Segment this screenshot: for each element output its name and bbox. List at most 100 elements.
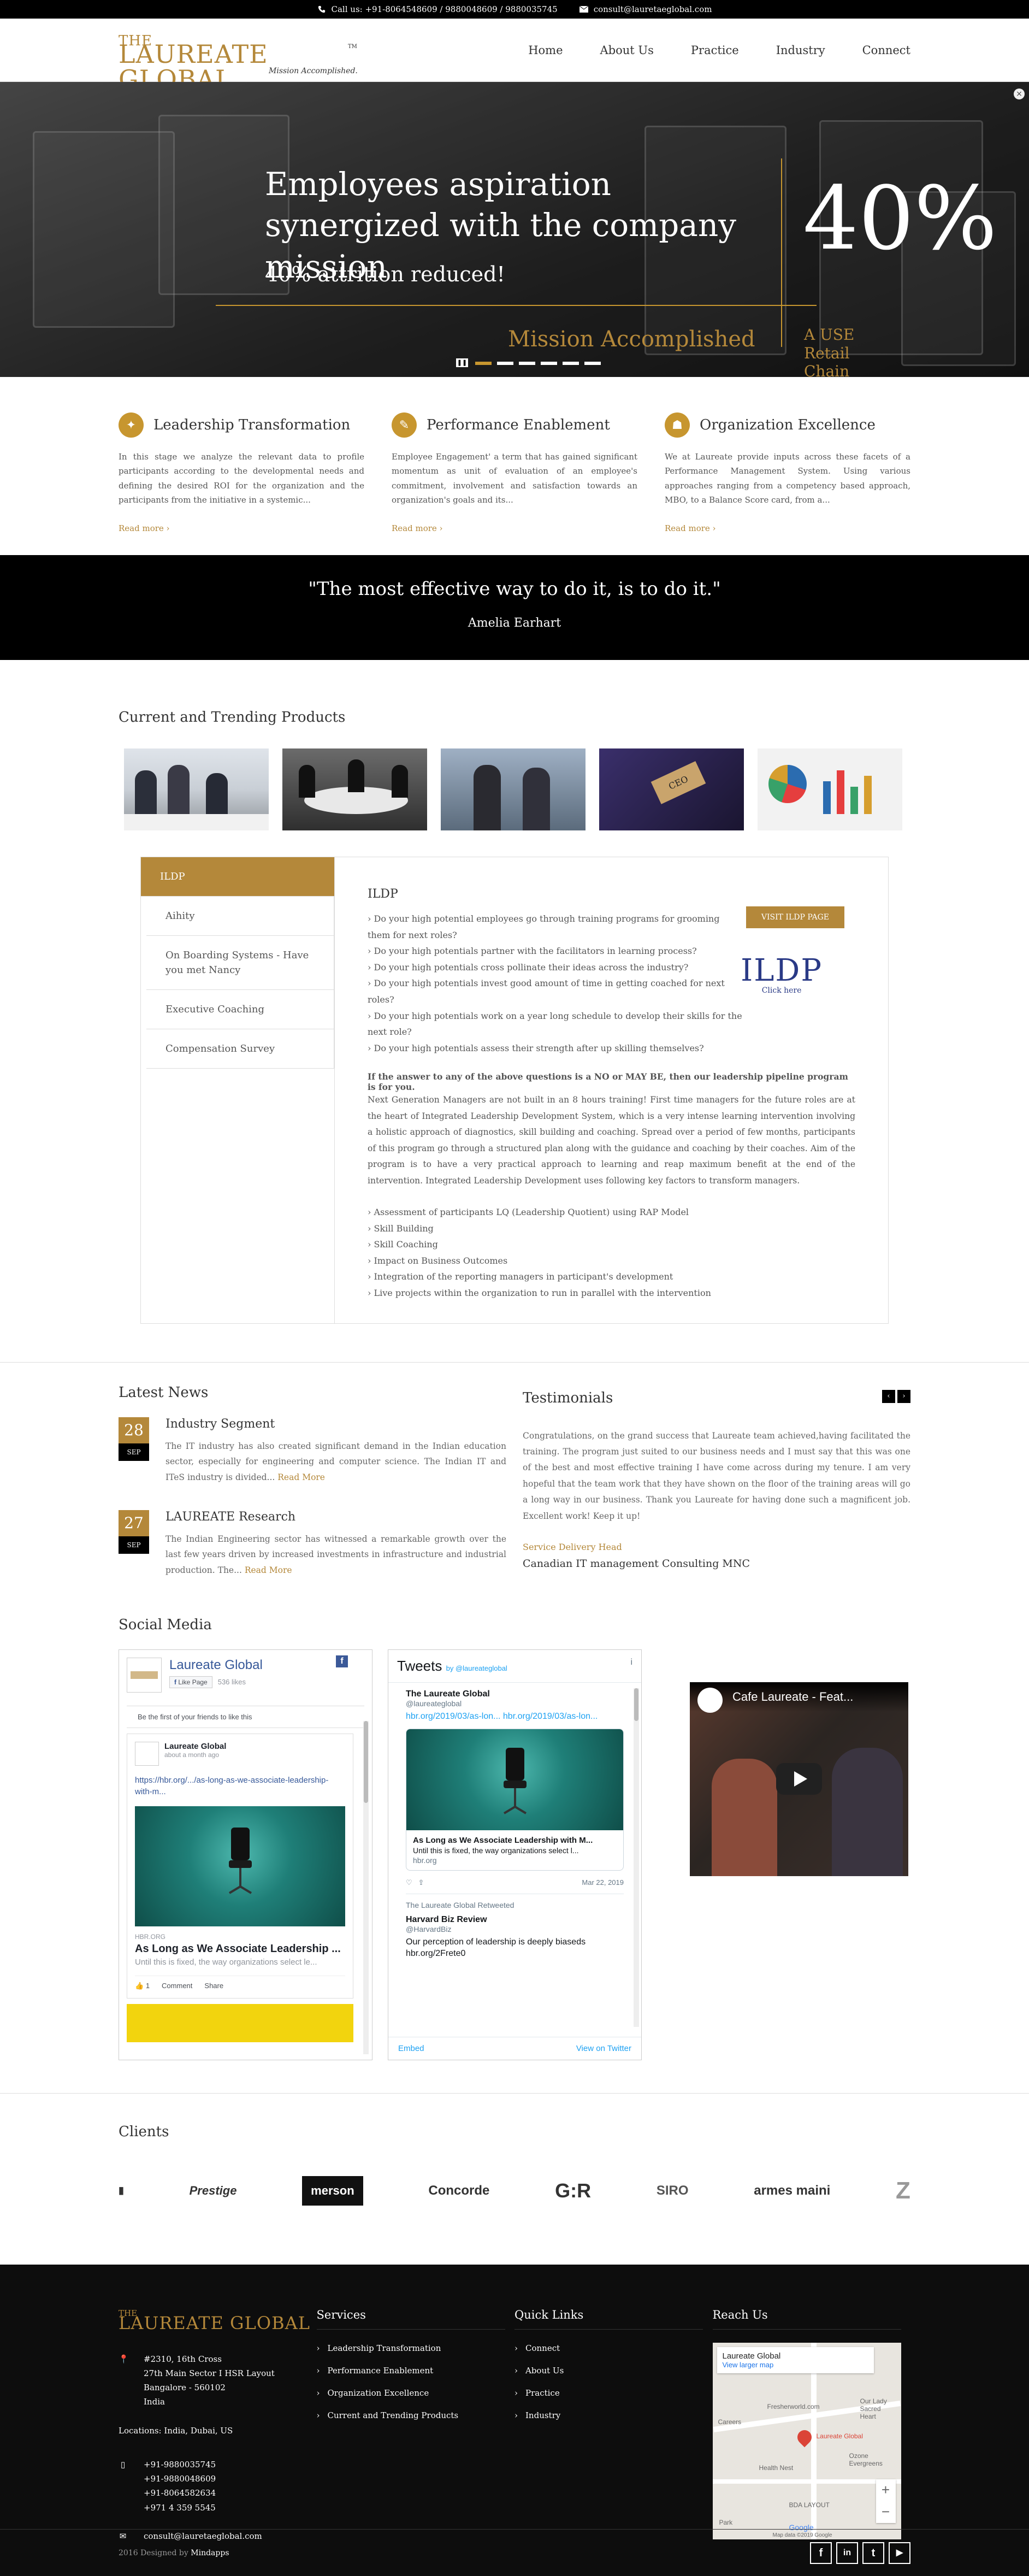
logo-tm: TM (348, 44, 357, 50)
slider-dot[interactable] (475, 362, 492, 365)
youtube-icon[interactable]: ▶ (889, 2542, 910, 2564)
visit-ildp-button[interactable]: VISIT ILDP PAGE (746, 906, 844, 928)
linkedin-icon[interactable]: in (836, 2542, 858, 2564)
tweet-handle: @HarvardBiz (406, 1925, 452, 1934)
fb-post: f Laureate Global about a month ago http… (127, 1655, 353, 1999)
fb-post-link[interactable]: https://hbr.org/.../as-long-as-we-associ… (135, 1775, 345, 1797)
hero-close-icon[interactable]: × (1014, 89, 1025, 99)
fb-comment-button[interactable]: Comment (162, 1982, 192, 1990)
product-thumbnail[interactable] (441, 748, 586, 830)
tweet-actions[interactable]: ♡ ⇪ (406, 1878, 424, 1887)
fb-share-button[interactable]: Share (204, 1982, 223, 1990)
designer-link[interactable]: Mindapps (191, 2549, 229, 2557)
twitter-embed-link[interactable]: Embed (398, 2044, 424, 2053)
twitter-icon[interactable]: t (862, 2542, 884, 2564)
news-item-title[interactable]: Industry Segment (165, 1417, 506, 1431)
slider-dot[interactable] (541, 362, 557, 365)
site-logo[interactable]: THE LAUREATE GLOBAL TM Mission Accomplis… (119, 28, 364, 92)
fb-like-button[interactable]: 👍 1 (135, 1982, 150, 1990)
product-thumbnail[interactable] (282, 748, 427, 830)
tweet-user[interactable]: The Laureate Global (406, 1689, 624, 1699)
product-thumbnail[interactable] (758, 748, 902, 830)
view-on-twitter-link[interactable]: View on Twitter (576, 2044, 631, 2053)
fb-post-image[interactable] (135, 1806, 345, 1926)
email-info[interactable]: consult@lauretaeglobal.com (579, 4, 712, 14)
tweet-card-url: hbr.org (413, 1856, 437, 1865)
slider-dot[interactable] (584, 362, 601, 365)
footer-link[interactable]: Performance Enablement (317, 2365, 515, 2377)
tweet-card[interactable]: As Long as We Associate Leadership with … (406, 1729, 624, 1871)
footer-link[interactable]: Leadership Transformation (317, 2343, 515, 2354)
zoom-out-icon[interactable]: − (882, 2503, 890, 2520)
nav-practice[interactable]: Practice (672, 44, 758, 57)
facebook-icon[interactable]: f (336, 1655, 348, 1667)
slider-pause-icon[interactable]: ❚❚ (456, 358, 468, 367)
fb-scrollbar[interactable] (363, 1720, 369, 2054)
nav-industry[interactable]: Industry (758, 44, 844, 57)
tweet-user[interactable]: Harvard Biz Review (406, 1915, 624, 1925)
fb-post-title[interactable]: As Long as We Associate Leadership ... (135, 1943, 345, 1955)
call-text: Call us: +91-8064548609 / 9880048609 / 9… (331, 4, 558, 14)
tab-aihity[interactable]: Aihity (146, 897, 334, 936)
tab-executive-coaching[interactable]: Executive Coaching (146, 990, 334, 1029)
tweet-text[interactable]: hbr.org/2019/03/as-lon... hbr.org/2019/0… (406, 1711, 624, 1723)
twitter-scrollbar[interactable] (634, 1688, 639, 2027)
zoom-in-icon[interactable]: + (882, 2481, 890, 2498)
fb-like-page-button[interactable]: f Like Page (169, 1676, 212, 1688)
info-icon[interactable]: i (630, 1658, 632, 1675)
list-item: › Do your high potential employees go th… (368, 913, 720, 940)
channel-avatar[interactable] (697, 1687, 723, 1713)
prev-arrow-icon[interactable]: ‹ (882, 1389, 895, 1403)
ildp-logo[interactable]: ILDP Click here (741, 953, 823, 995)
slider-dot[interactable] (519, 362, 535, 365)
view-larger-map-link[interactable]: View larger map (723, 2361, 868, 2369)
tab-compensation-survey[interactable]: Compensation Survey (146, 1029, 334, 1069)
read-more-link[interactable]: Read More (245, 1565, 292, 1575)
footer-logo[interactable]: THE LAUREATE GLOBAL (119, 2308, 317, 2341)
footer-link[interactable]: Current and Trending Products (317, 2410, 515, 2421)
slider-dot[interactable] (497, 362, 513, 365)
product-thumbnail[interactable] (124, 748, 269, 830)
footer-link[interactable]: About Us (514, 2365, 713, 2377)
tab-onboarding[interactable]: On Boarding Systems - Have you met Nancy (146, 936, 334, 990)
footer-services: Services Leadership Transformation Perfo… (316, 2308, 515, 2551)
top-contact-bar: Call us: +91-8064548609 / 9880048609 / 9… (0, 0, 1029, 19)
quote-author: Amelia Earhart (468, 616, 561, 630)
location-icon: 📍 (119, 2354, 129, 2364)
footer-quick-links: Quick Links Connect About Us Practice In… (514, 2308, 713, 2551)
google-map[interactable]: Careers Fresherworld.com Health Nest BDA… (712, 2342, 901, 2539)
news-item-title[interactable]: LAUREATE Research (165, 1510, 506, 1524)
video-title[interactable]: Cafe Laureate - Feat... (690, 1682, 908, 1712)
fb-page-avatar[interactable] (127, 1657, 162, 1693)
footer-locations: Locations: India, Dubai, US (119, 2425, 233, 2436)
next-arrow-icon[interactable]: › (897, 1389, 910, 1403)
read-more-link[interactable]: Read more › (392, 523, 637, 533)
footer-link[interactable]: Practice (514, 2388, 713, 2399)
testimonial-arrows: ‹ › (882, 1389, 910, 1403)
footer-link[interactable]: Industry (514, 2410, 713, 2421)
slider-dot[interactable] (563, 362, 579, 365)
read-more-link[interactable]: Read more › (119, 523, 364, 533)
quote-banner: "The most effective way to do it, is to … (0, 555, 1029, 660)
hero-big-number: 40% (803, 167, 997, 269)
read-more-link[interactable]: Read more › (665, 523, 910, 533)
fb-like-count: 536 likes (217, 1678, 246, 1687)
product-thumbnail[interactable]: CEO (599, 748, 744, 830)
read-more-link[interactable]: Read More (277, 1472, 325, 1482)
nav-home[interactable]: Home (510, 44, 581, 57)
tweet-text[interactable]: Our perception of leadership is deeply b… (406, 1937, 624, 1960)
footer-link[interactable]: Connect (514, 2343, 713, 2354)
tweet-date[interactable]: Mar 22, 2019 (582, 1878, 624, 1887)
list-item: › Do your high potentials invest good am… (368, 978, 725, 1005)
facebook-icon[interactable]: f (810, 2542, 832, 2564)
tab-ildp[interactable]: ILDP (141, 857, 334, 897)
nav-about-us[interactable]: About Us (582, 44, 672, 57)
footer-link[interactable]: Organization Excellence (317, 2388, 515, 2399)
fb-post-author[interactable]: Laureate Global (164, 1742, 226, 1751)
youtube-video[interactable]: Cafe Laureate - Feat... (690, 1682, 908, 1876)
nav-connect[interactable]: Connect (844, 44, 910, 57)
play-button-icon[interactable] (776, 1763, 822, 1795)
client-logo: ▮ (119, 2185, 124, 2196)
fb-page-name[interactable]: Laureate Global (169, 1658, 263, 1673)
twitter-widget: Tweets by @laureateglobal i The Laureate… (388, 1649, 642, 2060)
